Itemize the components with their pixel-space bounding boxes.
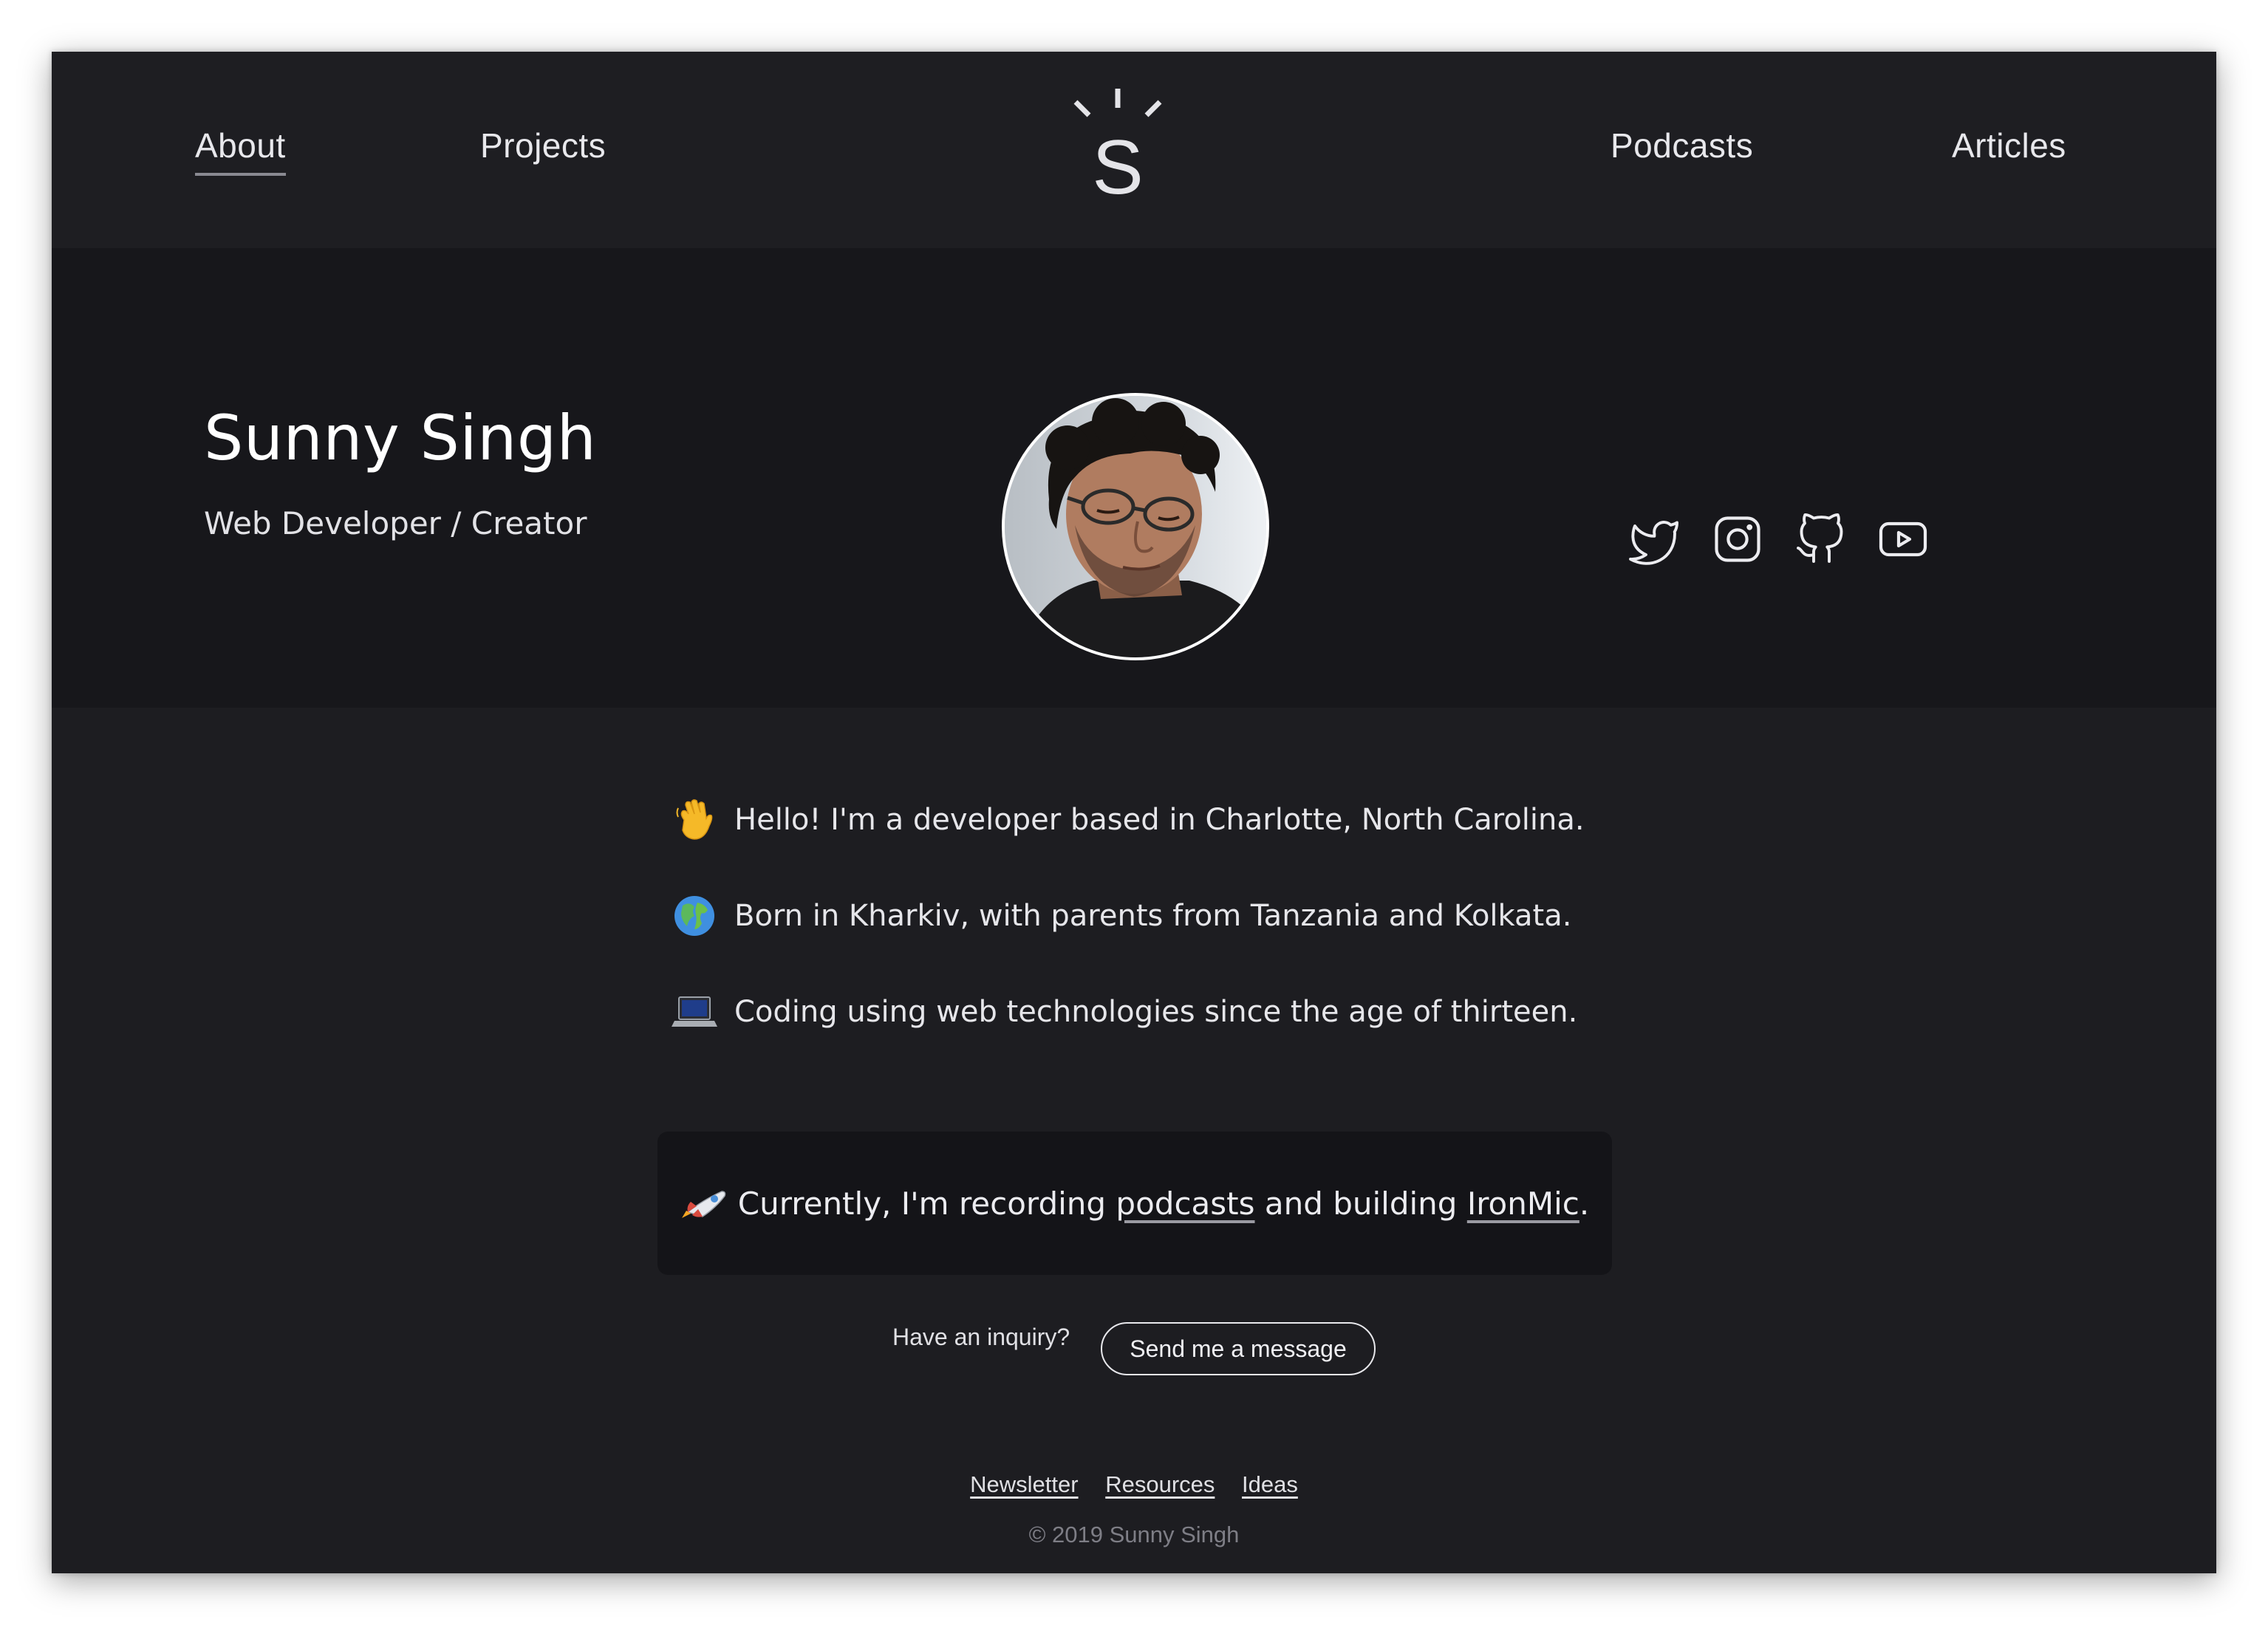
footer-ideas-link[interactable]: Ideas bbox=[1242, 1471, 1298, 1497]
waving-hand-icon bbox=[671, 798, 718, 842]
podcasts-link[interactable]: podcasts bbox=[1116, 1186, 1254, 1222]
top-nav: About Projects S Podcasts Articles bbox=[52, 52, 2216, 248]
fact-text: Born in Kharkiv, with parents from Tanza… bbox=[734, 899, 1572, 933]
send-message-button[interactable]: Send me a message bbox=[1101, 1322, 1376, 1375]
nav-about-link[interactable]: About bbox=[195, 126, 286, 176]
fact-item: Coding using web technologies since the … bbox=[671, 990, 1577, 1034]
globe-icon bbox=[671, 894, 718, 938]
fact-item: Born in Kharkiv, with parents from Tanza… bbox=[671, 894, 1571, 938]
footer-resources-link[interactable]: Resources bbox=[1105, 1471, 1215, 1497]
browser-window: About Projects S Podcasts Articles Sunny… bbox=[52, 52, 2216, 1573]
avatar-portrait-image bbox=[1005, 396, 1266, 657]
hero-section: Sunny Singh Web Developer / Creator bbox=[52, 248, 2216, 708]
callout-suffix: . bbox=[1579, 1185, 1590, 1222]
footer-newsletter-link[interactable]: Newsletter bbox=[970, 1471, 1078, 1497]
nav-articles-link[interactable]: Articles bbox=[1952, 126, 2066, 165]
footer-links: Newsletter Resources Ideas bbox=[52, 1471, 2216, 1498]
current-activity-callout: Currently, I'm recording podcasts and bu… bbox=[657, 1132, 1612, 1275]
fact-item: Hello! I'm a developer based in Charlott… bbox=[671, 798, 1585, 842]
logo-sun-rays-icon: S bbox=[1073, 89, 1162, 211]
fact-text: Hello! I'm a developer based in Charlott… bbox=[734, 803, 1585, 837]
github-icon[interactable] bbox=[1794, 513, 1847, 566]
laptop-icon bbox=[671, 990, 718, 1034]
copyright-text: © 2019 Sunny Singh bbox=[1028, 1522, 1240, 1547]
instagram-icon[interactable] bbox=[1711, 513, 1764, 566]
callout-middle: and building bbox=[1264, 1185, 1458, 1222]
youtube-icon[interactable] bbox=[1876, 513, 1930, 566]
profile-tagline: Web Developer / Creator bbox=[204, 505, 587, 541]
nav-podcasts-link[interactable]: Podcasts bbox=[1611, 126, 1753, 165]
twitter-icon[interactable] bbox=[1628, 513, 1681, 566]
ironmic-link[interactable]: IronMic bbox=[1467, 1186, 1579, 1222]
profile-avatar bbox=[1002, 393, 1269, 660]
profile-name: Sunny Singh bbox=[204, 402, 597, 474]
callout-prefix: Currently, I'm recording bbox=[737, 1185, 1107, 1222]
fact-text: Coding using web technologies since the … bbox=[734, 995, 1578, 1029]
logo-letter: S bbox=[1092, 125, 1143, 204]
site-logo[interactable]: S bbox=[1062, 86, 1173, 211]
inquiry-prompt: Have an inquiry? bbox=[892, 1324, 1070, 1350]
nav-projects-link[interactable]: Projects bbox=[480, 126, 606, 165]
rocket-icon bbox=[680, 1187, 729, 1219]
